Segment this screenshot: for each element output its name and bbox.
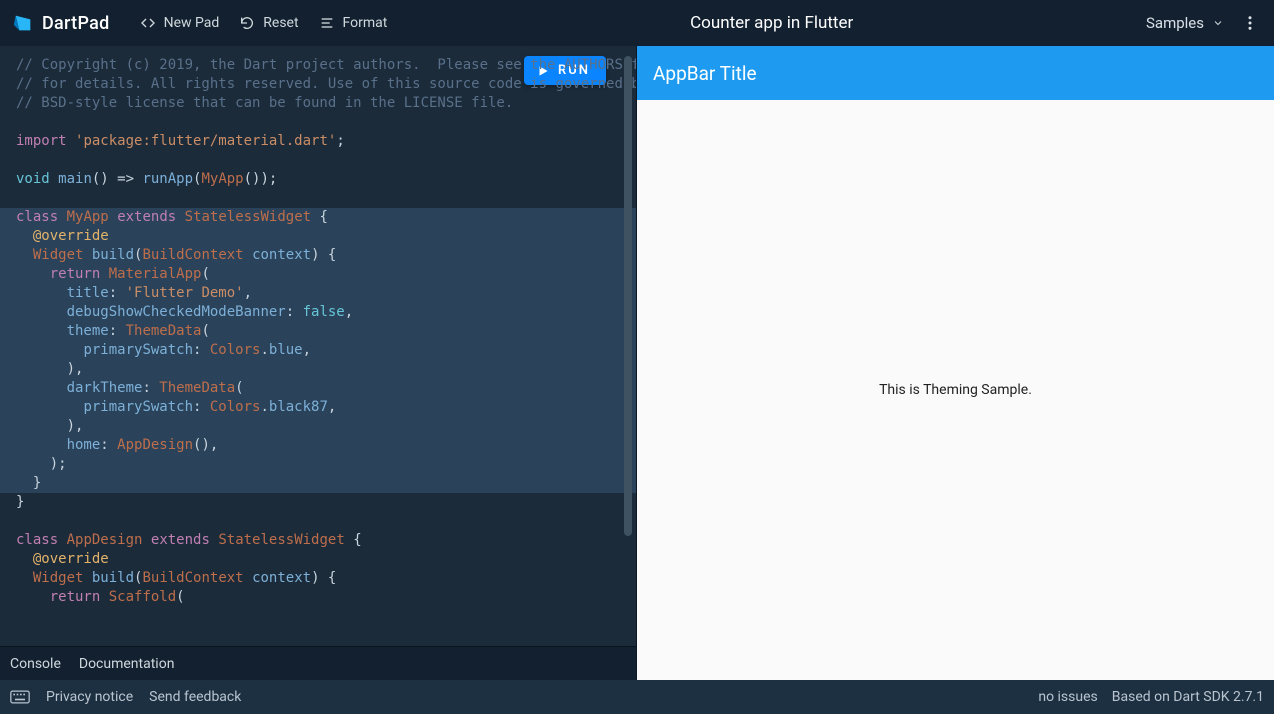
editor-pane: RUN // Copyright (c) 2019, the Dart proj… (0, 46, 637, 680)
keyboard-icon[interactable] (10, 690, 30, 704)
preview-body-text: This is Theming Sample. (879, 382, 1032, 398)
format-button[interactable]: Format (309, 11, 398, 35)
new-pad-button[interactable]: New Pad (130, 11, 230, 35)
samples-label: Samples (1146, 14, 1204, 32)
preview-body: This is Theming Sample. (637, 100, 1274, 680)
privacy-link[interactable]: Privacy notice (46, 689, 133, 705)
footer-bar: Privacy notice Send feedback no issues B… (0, 680, 1274, 714)
editor-bottom-tabs: Console Documentation (0, 646, 636, 680)
brand: DartPad (12, 12, 110, 34)
preview-appbar-title: AppBar Title (653, 62, 757, 85)
chevron-down-icon (1212, 17, 1224, 29)
samples-dropdown[interactable]: Samples (1146, 14, 1224, 32)
main-area: RUN // Copyright (c) 2019, the Dart proj… (0, 46, 1274, 680)
scrollbar-thumb[interactable] (624, 56, 632, 536)
issues-status: no issues (1038, 689, 1097, 705)
refresh-icon (239, 15, 255, 31)
reset-button[interactable]: Reset (229, 11, 308, 35)
sdk-version: Based on Dart SDK 2.7.1 (1112, 689, 1264, 705)
format-label: Format (343, 15, 388, 31)
kebab-icon (1241, 14, 1259, 32)
feedback-link[interactable]: Send feedback (149, 689, 241, 705)
code-editor[interactable]: // Copyright (c) 2019, the Dart project … (0, 46, 636, 646)
new-pad-label: New Pad (164, 15, 220, 31)
tab-documentation[interactable]: Documentation (79, 656, 175, 672)
top-bar: DartPad New Pad Reset Format Counter app… (0, 0, 1274, 46)
page-title: Counter app in Flutter (397, 13, 1146, 33)
tab-console[interactable]: Console (10, 656, 61, 672)
dart-logo-icon (12, 12, 34, 34)
editor-scrollbar[interactable] (624, 56, 632, 546)
more-menu-button[interactable] (1238, 11, 1262, 35)
code-content[interactable]: // Copyright (c) 2019, the Dart project … (0, 46, 636, 627)
code-icon (140, 15, 156, 31)
reset-label: Reset (263, 15, 298, 31)
preview-pane: AppBar Title This is Theming Sample. (637, 46, 1274, 680)
brand-label: DartPad (42, 13, 110, 34)
format-icon (319, 15, 335, 31)
preview-appbar: AppBar Title (637, 46, 1274, 100)
